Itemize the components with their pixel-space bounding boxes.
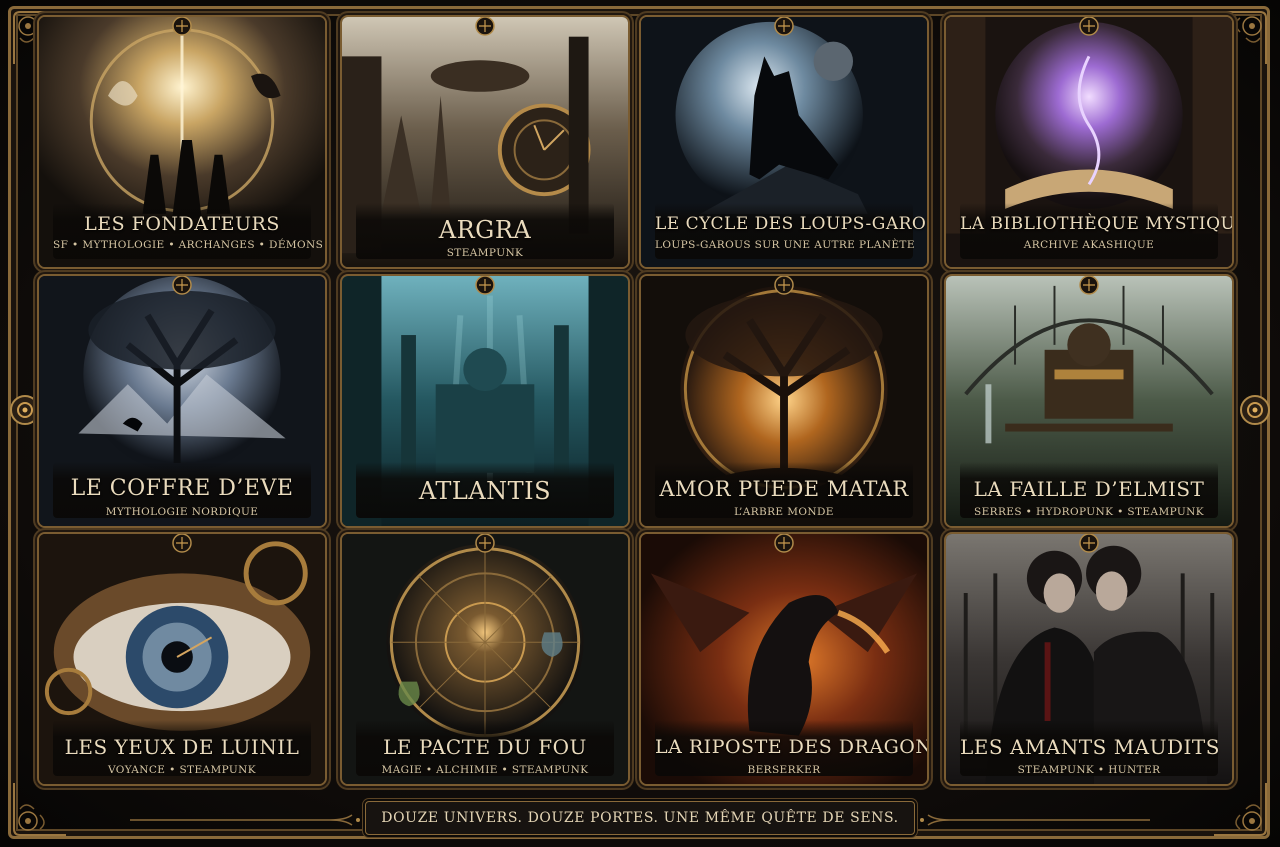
- card-label-box: LE COFFRE D’EVE MYTHOLOGIE NORDIQUE: [53, 462, 311, 518]
- universe-card-la-bibliotheque-mystique[interactable]: LA BIBLIOTHÈQUE MYSTIQUE ARCHIVE AKASHIQ…: [944, 15, 1234, 269]
- card-subtitle: ARCHIVE AKASHIQUE: [1023, 239, 1155, 251]
- card-label-box: AMOR PUEDE MATAR L’ARBRE MONDE: [655, 462, 913, 518]
- card-title: LE COFFRE D’EVE: [70, 476, 294, 501]
- card-subtitle: BERSERKER: [747, 764, 821, 776]
- card-top-medallion-icon: [773, 534, 795, 554]
- card-title: LES FONDATEURS: [84, 213, 280, 235]
- universe-card-le-pacte-du-fou[interactable]: LE PACTE DU FOU MAGIE • ALCHIMIE • STEAM…: [340, 532, 630, 786]
- card-label-box: LA FAILLE D’ELMIST SERRES • HYDROPUNK • …: [960, 462, 1218, 518]
- card-top-medallion-icon: [1078, 276, 1100, 296]
- left-flourish-ornament: [130, 812, 360, 826]
- card-label-box: LES YEUX DE LUINIL VOYANCE • STEAMPUNK: [53, 720, 311, 776]
- card-title: LA FAILLE D’ELMIST: [973, 477, 1205, 501]
- card-title: ATLANTIS: [418, 477, 552, 505]
- card-label-box: LA BIBLIOTHÈQUE MYSTIQUE ARCHIVE AKASHIQ…: [960, 203, 1234, 259]
- universe-card-atlantis[interactable]: ATLANTIS: [340, 274, 630, 528]
- card-title: ARGRA: [438, 216, 532, 244]
- card-top-medallion-icon: [171, 17, 193, 37]
- card-subtitle: SERRES • HYDROPUNK • STEAMPUNK: [973, 506, 1204, 518]
- universe-card-le-coffre-deve[interactable]: LE COFFRE D’EVE MYTHOLOGIE NORDIQUE: [37, 274, 327, 528]
- card-title: LE PACTE DU FOU: [383, 735, 587, 759]
- tagline-banner: DOUZE UNIVERS. DOUZE PORTES. UNE MÊME QU…: [365, 801, 915, 835]
- card-subtitle: VOYANCE • STEAMPUNK: [107, 764, 257, 776]
- card-label-box: LES FONDATEURS SF • MYTHOLOGIE • ARCHANG…: [53, 203, 324, 259]
- card-label-box: LES AMANTS MAUDITS STEAMPUNK • HUNTER: [960, 720, 1220, 776]
- card-top-medallion-icon: [773, 17, 795, 37]
- universe-card-les-amants-maudits[interactable]: LES AMANTS MAUDITS STEAMPUNK • HUNTER: [944, 532, 1234, 786]
- card-subtitle: MAGIE • ALCHIMIE • STEAMPUNK: [381, 764, 589, 776]
- universe-card-les-fondateurs[interactable]: LES FONDATEURS SF • MYTHOLOGIE • ARCHANG…: [37, 15, 327, 269]
- universe-card-la-faille-delmist[interactable]: LA FAILLE D’ELMIST SERRES • HYDROPUNK • …: [944, 274, 1234, 528]
- poster-frame: LES FONDATEURS SF • MYTHOLOGIE • ARCHANG…: [0, 0, 1280, 847]
- card-top-medallion-icon: [474, 17, 496, 37]
- corner-ornament-bottom-right: [1210, 779, 1270, 839]
- card-title: AMOR PUEDE MATAR: [659, 477, 909, 501]
- card-subtitle: MYTHOLOGIE NORDIQUE: [105, 506, 259, 518]
- card-label-box: LE CYCLE DES LOUPS-GAROUS LOUPS-GAROUS S…: [655, 203, 929, 259]
- card-subtitle: SF • MYTHOLOGIE • ARCHANGES • DÉMONS: [53, 239, 324, 251]
- card-title: LES AMANTS MAUDITS: [960, 735, 1220, 759]
- universe-card-argra[interactable]: ARGRA STEAMPUNK: [340, 15, 630, 269]
- card-top-medallion-icon: [171, 534, 193, 554]
- card-subtitle: STEAMPUNK • HUNTER: [1017, 764, 1161, 776]
- card-top-medallion-icon: [773, 276, 795, 296]
- card-subtitle: STEAMPUNK: [446, 247, 524, 259]
- card-top-medallion-icon: [171, 276, 193, 296]
- universe-card-la-riposte-des-dragons[interactable]: LA RIPOSTE DES DRAGONS BERSERKER: [639, 532, 929, 786]
- card-top-medallion-icon: [474, 276, 496, 296]
- corner-ornament-bottom-left: [10, 779, 70, 839]
- card-title: LE CYCLE DES LOUPS-GAROUS: [655, 214, 929, 234]
- right-gear-medallion-icon: [1238, 393, 1272, 427]
- universe-card-les-yeux-de-luinil[interactable]: LES YEUX DE LUINIL VOYANCE • STEAMPUNK: [37, 532, 327, 786]
- card-label-box: ARGRA STEAMPUNK: [356, 203, 614, 259]
- right-flourish-ornament: [920, 812, 1150, 826]
- tagline-text: DOUZE UNIVERS. DOUZE PORTES. UNE MÊME QU…: [381, 810, 899, 826]
- card-label-box: LA RIPOSTE DES DRAGONS BERSERKER: [655, 720, 929, 776]
- universe-card-le-cycle-des-loups-garous[interactable]: LE CYCLE DES LOUPS-GAROUS LOUPS-GAROUS S…: [639, 15, 929, 269]
- card-subtitle: LOUPS-GAROUS SUR UNE AUTRE PLANÈTE: [655, 239, 915, 251]
- card-label-box: LE PACTE DU FOU MAGIE • ALCHIMIE • STEAM…: [356, 720, 614, 776]
- card-label-box: ATLANTIS: [356, 462, 614, 518]
- card-top-medallion-icon: [1078, 534, 1100, 554]
- card-title: LA BIBLIOTHÈQUE MYSTIQUE: [960, 214, 1234, 234]
- card-title: LA RIPOSTE DES DRAGONS: [655, 736, 929, 758]
- card-top-medallion-icon: [474, 534, 496, 554]
- card-title: LES YEUX DE LUINIL: [64, 735, 300, 759]
- card-subtitle: L’ARBRE MONDE: [734, 506, 834, 518]
- universe-card-amor-puede-matar[interactable]: AMOR PUEDE MATAR L’ARBRE MONDE: [639, 274, 929, 528]
- card-top-medallion-icon: [1078, 17, 1100, 37]
